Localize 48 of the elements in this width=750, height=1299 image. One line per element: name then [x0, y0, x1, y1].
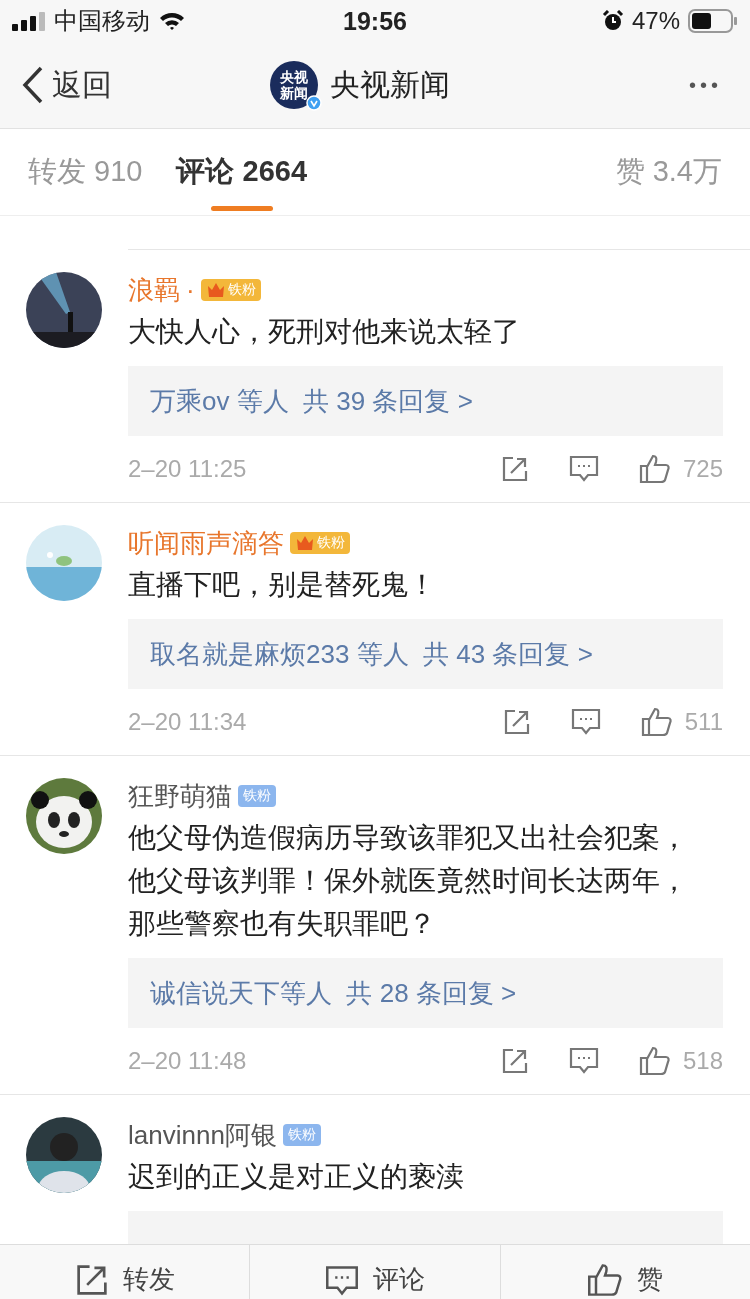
comment-icon[interactable] — [570, 708, 601, 736]
comment-text: 迟到的正义是对正义的亵渎 — [128, 1160, 465, 1194]
separator-dot: · — [186, 274, 195, 306]
fan-badge: 铁粉 — [282, 1124, 321, 1146]
thumbs-up-icon[interactable] — [638, 454, 671, 484]
action-button[interactable]: 转发 — [0, 1245, 251, 1299]
user-name[interactable]: lanvinnn阿银 — [128, 1117, 277, 1153]
share-icon[interactable] — [500, 1047, 529, 1075]
thumbs-up-icon — [587, 1263, 624, 1297]
signal-icon — [12, 11, 46, 31]
wifi-icon — [158, 11, 186, 31]
thumbs-up-icon[interactable] — [638, 1046, 671, 1076]
action-button[interactable]: 评论 — [250, 1245, 501, 1299]
comment-text: 直播下吧，别是替死鬼！ — [128, 568, 437, 602]
battery-icon — [688, 9, 738, 33]
action-button[interactable]: 赞 — [500, 1245, 750, 1299]
thumbs-up-icon[interactable] — [640, 707, 673, 737]
chevron-left-icon — [22, 66, 44, 104]
fan-badge: 铁粉 — [238, 785, 276, 807]
reply-summary[interactable]: 取名就是麻烦233 等人 共 43 条回复 > — [128, 619, 723, 689]
comment-time: 2–20 11:34 — [128, 708, 247, 736]
clock-time: 19:56 — [343, 6, 407, 36]
share-icon[interactable] — [500, 455, 529, 483]
verified-icon — [306, 95, 322, 111]
page-title: 央视新闻 — [330, 66, 450, 103]
comment-icon — [325, 1265, 359, 1297]
comment-text: 大快人心，死刑对他来说太轻了 — [128, 315, 521, 349]
reply-summary[interactable]: 诚信说天下等人 共 28 条回复 > — [128, 958, 723, 1028]
more-button[interactable]: ••• — [683, 72, 728, 98]
comment-time: 2–20 11:25 — [128, 455, 247, 483]
like-count: 518 — [682, 1047, 723, 1075]
back-button[interactable]: 返回 — [22, 64, 112, 106]
fan-badge: 铁粉 — [290, 532, 350, 554]
user-name[interactable]: 狂野萌猫 — [128, 778, 232, 814]
like-count: 725 — [682, 455, 723, 483]
battery-percent: 47% — [631, 7, 680, 35]
comment-time: 2–20 11:48 — [128, 1047, 247, 1075]
comment-icon[interactable] — [568, 455, 599, 483]
carrier-name: 中国移动 — [54, 6, 150, 36]
tab[interactable]: 评论 2664 — [176, 129, 308, 215]
share-icon[interactable] — [502, 708, 531, 736]
share-icon — [74, 1263, 109, 1297]
alarm-icon — [601, 10, 624, 32]
fan-badge: 铁粉 — [200, 279, 261, 301]
comment-text: 他父母伪造假病历导致该罪犯又出社会犯案，他父母该判罪！保外就医竟然时间长达两年，那些警察也有失职罪吧？ — [128, 821, 689, 941]
reply-summary[interactable]: 万乘ov 等人 共 39 条回复 > — [128, 366, 723, 436]
like-count: 511 — [684, 708, 723, 736]
comment-icon[interactable] — [568, 1047, 599, 1075]
